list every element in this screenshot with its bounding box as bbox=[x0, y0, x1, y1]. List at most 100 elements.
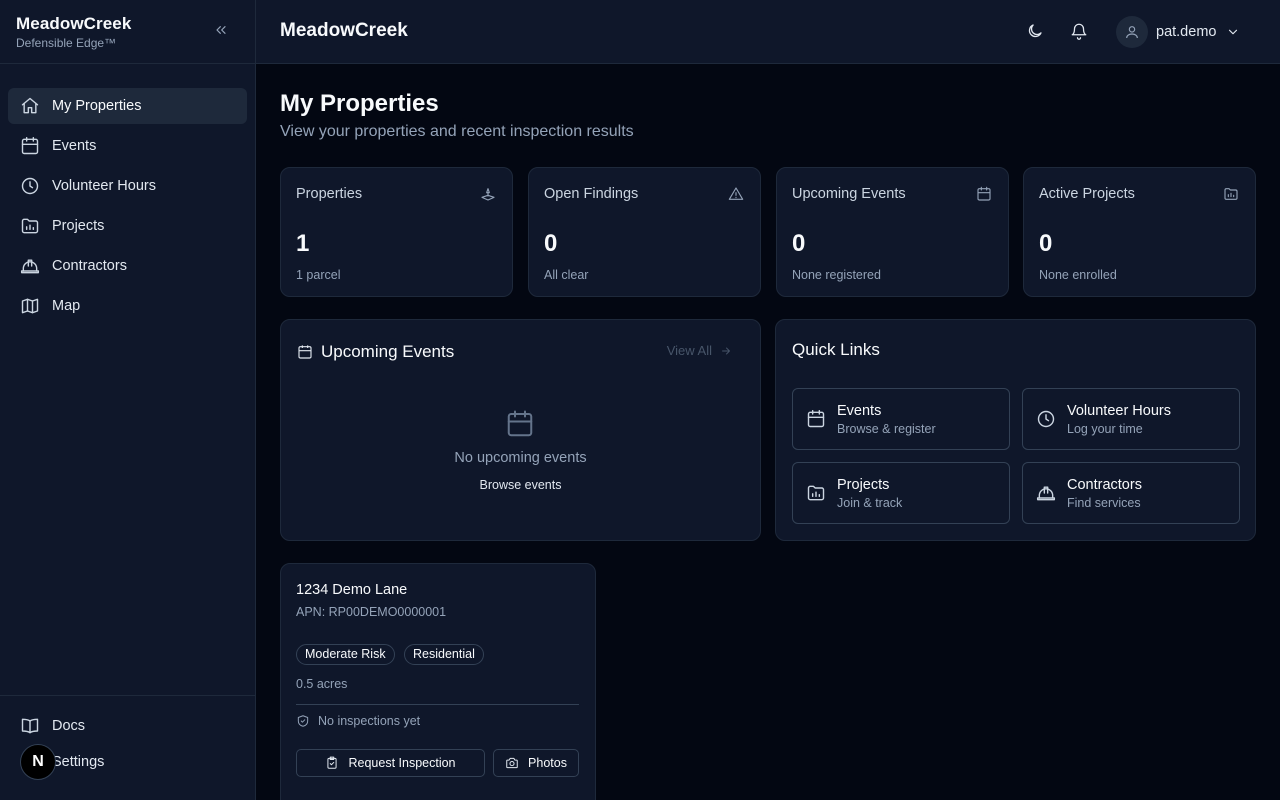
hard-hat-icon bbox=[20, 259, 40, 274]
quick-link-name: Events bbox=[837, 403, 882, 419]
quick-link-desc: Log your time bbox=[1067, 422, 1143, 436]
sidebar-item-my-properties[interactable]: My Properties bbox=[8, 88, 247, 124]
stat-caption: None enrolled bbox=[1039, 268, 1117, 282]
quick-link-desc: Browse & register bbox=[837, 422, 936, 436]
chevrons-left-icon bbox=[216, 26, 226, 34]
quick-link-projects[interactable]: Projects Join & track bbox=[792, 462, 1010, 524]
sidebar-item-label: Contractors bbox=[52, 258, 127, 274]
clock-icon bbox=[1037, 410, 1055, 428]
upcoming-events-title: Upcoming Events bbox=[321, 342, 455, 361]
stat-value: 1 bbox=[296, 230, 310, 257]
stat-card-open-findings: Open Findings 0 All clear bbox=[528, 167, 761, 297]
quick-link-name: Projects bbox=[837, 477, 890, 493]
top-header: MeadowCreek pat.demo bbox=[256, 0, 1280, 64]
home-icon bbox=[21, 97, 39, 114]
shield-check-icon bbox=[297, 715, 309, 727]
dev-tools-badge[interactable]: N bbox=[20, 744, 56, 780]
view-all-label: View All bbox=[666, 343, 712, 358]
quick-links-title: Quick Links bbox=[792, 340, 880, 359]
stat-value: 0 bbox=[544, 230, 558, 257]
sidebar-item-volunteer-hours[interactable]: Volunteer Hours bbox=[8, 168, 247, 204]
sidebar-item-events[interactable]: Events bbox=[8, 128, 247, 164]
quick-link-volunteer-hours[interactable]: Volunteer Hours Log your time bbox=[1022, 388, 1240, 450]
inspection-status: No inspections yet bbox=[296, 714, 420, 728]
arrow-right-icon bbox=[722, 347, 730, 354]
quick-link-contractors[interactable]: Contractors Find services bbox=[1022, 462, 1240, 524]
sidebar-item-label: Volunteer Hours bbox=[52, 178, 156, 194]
alert-triangle-icon bbox=[728, 186, 744, 202]
sidebar-item-projects[interactable]: Projects bbox=[8, 208, 247, 244]
book-icon bbox=[21, 718, 39, 734]
notifications-button[interactable] bbox=[1070, 22, 1090, 42]
stat-value: 0 bbox=[1039, 230, 1053, 257]
inspection-status-text: No inspections yet bbox=[318, 714, 421, 728]
sidebar-item-label: Settings bbox=[52, 754, 105, 770]
view-all-link[interactable]: View All bbox=[667, 343, 732, 358]
sidebar-item-label: My Properties bbox=[52, 98, 142, 114]
chevron-down-icon bbox=[1226, 25, 1240, 39]
sidebar-item-label: Events bbox=[52, 138, 97, 154]
stat-caption: All clear bbox=[544, 268, 589, 282]
sidebar-item-map[interactable]: Map bbox=[8, 288, 247, 324]
page-subtitle: View your properties and recent inspecti… bbox=[280, 123, 634, 140]
property-card[interactable]: 1234 Demo Lane APN: RP00DEMO0000001 Mode… bbox=[280, 563, 596, 800]
sidebar-footer: Docs Settings N bbox=[0, 695, 255, 800]
folder-chart-icon bbox=[807, 485, 825, 501]
calendar-icon bbox=[976, 186, 992, 202]
avatar bbox=[1116, 16, 1148, 48]
quick-link-events[interactable]: Events Browse & register bbox=[792, 388, 1010, 450]
stat-caption: None registered bbox=[792, 268, 881, 282]
main-content: My Properties View your properties and r… bbox=[256, 64, 1280, 800]
stat-label: Properties bbox=[296, 186, 363, 202]
theme-toggle-button[interactable] bbox=[1026, 22, 1046, 42]
user-menu[interactable]: pat.demo bbox=[1116, 16, 1240, 48]
map-icon bbox=[21, 298, 39, 314]
photos-button[interactable]: Photos bbox=[493, 749, 579, 777]
sidebar-nav: My Properties Events Volunteer Hours Pro… bbox=[0, 64, 255, 324]
page-title: My Properties bbox=[280, 90, 439, 117]
sidebar-item-label: Docs bbox=[52, 718, 86, 734]
brand: MeadowCreek Defensible Edge™ bbox=[0, 0, 255, 64]
calendar-icon bbox=[298, 345, 312, 359]
sidebar-item-label: Projects bbox=[52, 218, 105, 234]
bell-icon bbox=[1071, 23, 1087, 40]
divider bbox=[296, 704, 579, 705]
sidebar-item-contractors[interactable]: Contractors bbox=[8, 248, 247, 284]
browse-events-link[interactable]: Browse events bbox=[281, 478, 760, 492]
type-badge: Residential bbox=[404, 644, 484, 665]
folder-chart-icon bbox=[1223, 186, 1239, 202]
camera-icon bbox=[506, 757, 518, 769]
property-apn: APN: RP00DEMO0000001 bbox=[296, 605, 447, 619]
stat-value: 0 bbox=[792, 230, 806, 257]
sidebar: MeadowCreek Defensible Edge™ My Properti… bbox=[0, 0, 256, 800]
landplot-icon bbox=[480, 186, 496, 202]
calendar-icon bbox=[807, 409, 825, 428]
brand-tagline: Defensible Edge™ bbox=[16, 36, 117, 50]
brand-name: MeadowCreek bbox=[16, 14, 132, 33]
stat-caption: 1 parcel bbox=[296, 268, 341, 282]
header-title: MeadowCreek bbox=[280, 20, 408, 41]
risk-badge: Moderate Risk bbox=[296, 644, 395, 665]
calendar-icon bbox=[21, 136, 39, 155]
quick-link-desc: Join & track bbox=[837, 496, 903, 510]
quick-link-desc: Find services bbox=[1067, 496, 1141, 510]
quick-links-card: Quick Links Events Browse & register Vol… bbox=[775, 319, 1256, 541]
property-address: 1234 Demo Lane bbox=[296, 582, 408, 598]
calendar-empty-icon bbox=[505, 408, 535, 440]
quick-link-name: Volunteer Hours bbox=[1067, 403, 1171, 419]
collapse-sidebar-button[interactable] bbox=[213, 22, 231, 40]
request-inspection-label: Request Inspection bbox=[348, 756, 456, 770]
user-icon bbox=[1126, 26, 1138, 39]
clock-icon bbox=[21, 177, 39, 195]
folder-chart-icon bbox=[21, 218, 39, 234]
request-inspection-button[interactable]: Request Inspection bbox=[296, 749, 485, 777]
stat-label: Upcoming Events bbox=[792, 186, 906, 202]
upcoming-events-header: Upcoming Events bbox=[297, 342, 454, 362]
sidebar-item-docs[interactable]: Docs bbox=[8, 708, 247, 744]
sidebar-item-label: Map bbox=[52, 298, 81, 314]
stat-card-upcoming-events: Upcoming Events 0 None registered bbox=[776, 167, 1009, 297]
stat-label: Active Projects bbox=[1039, 186, 1135, 202]
stat-label: Open Findings bbox=[544, 186, 639, 202]
clipboard-check-icon bbox=[327, 756, 338, 769]
photos-label: Photos bbox=[528, 756, 567, 770]
